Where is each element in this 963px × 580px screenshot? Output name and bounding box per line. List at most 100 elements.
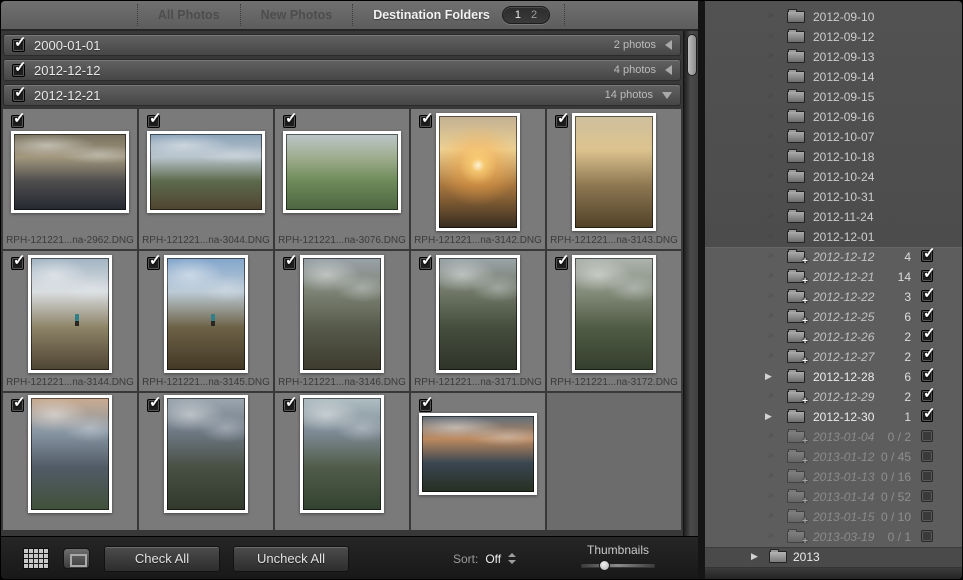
photo-thumbnail[interactable]	[436, 113, 520, 231]
scrollbar-thumb[interactable]	[687, 34, 697, 76]
photo-checkbox[interactable]: ✓	[11, 115, 24, 128]
collapse-arrow-icon[interactable]	[665, 65, 672, 75]
folder-checkbox[interactable]: ✓	[921, 310, 933, 322]
photo-checkbox[interactable]: ✓	[555, 257, 568, 270]
folder-row-2012-10-18[interactable]: » + 2012-10-18	[705, 147, 963, 167]
folder-row-2012-09-15[interactable]: » + 2012-09-15	[705, 87, 963, 107]
photo-checkbox[interactable]: ✓	[555, 115, 568, 128]
photo-cell[interactable]: ✓ RPH-121221...na-3146.DNG	[275, 251, 409, 391]
folder-checkbox[interactable]: ✓	[921, 270, 933, 282]
sort-value[interactable]: Off	[485, 552, 501, 566]
folder-checkbox[interactable]: ✓	[921, 330, 933, 342]
photo-checkbox[interactable]: ✓	[419, 115, 432, 128]
sort-arrows-icon[interactable]	[508, 553, 516, 564]
group-header-2012-12-12[interactable]: ✓ 2012-12-12 4 photos	[3, 59, 681, 81]
folder-checkbox[interactable]: ✓	[921, 410, 933, 422]
photo-thumbnail[interactable]	[11, 131, 129, 213]
photo-cell[interactable]: ✓ RPH-121221...na-2962.DNG	[3, 109, 137, 249]
photo-cell[interactable]: ✓ RPH-121221...na-3172.DNG	[547, 251, 681, 391]
folder-row-2012-12-30[interactable]: ▶ + 2012-12-30 1 ✓	[705, 407, 963, 427]
folder-checkbox[interactable]	[921, 490, 933, 502]
photo-thumbnail[interactable]	[419, 413, 537, 495]
uncheck-all-button[interactable]: Uncheck All	[233, 546, 349, 572]
folder-row-2012-09-14[interactable]: » + 2012-09-14	[705, 67, 963, 87]
folder-checkbox[interactable]: ✓	[921, 390, 933, 402]
photo-cell[interactable]: ✓ RPH-121221...na-3076.DNG	[275, 109, 409, 249]
folder-row-2012-11-24[interactable]: » + 2012-11-24	[705, 207, 963, 227]
thumbnail-size-slider[interactable]	[581, 564, 655, 567]
photo-cell[interactable]: ✓	[139, 393, 273, 530]
folder-row-2013[interactable]: ▶ + 2013	[705, 547, 963, 567]
folder-checkbox[interactable]	[921, 530, 933, 542]
check-all-button[interactable]: Check All	[104, 546, 220, 572]
photo-thumbnail[interactable]	[572, 113, 656, 231]
photo-thumbnail[interactable]	[283, 131, 401, 213]
folder-row-2013-01-13[interactable]: » + 2013-01-13 0 / 16	[705, 467, 963, 487]
tab-all-photos[interactable]: All Photos	[138, 8, 240, 22]
photo-thumbnail[interactable]	[147, 131, 265, 213]
folder-checkbox[interactable]: ✓	[921, 370, 933, 382]
folder-row-2012-09-16[interactable]: » + 2012-09-16	[705, 107, 963, 127]
photo-checkbox[interactable]: ✓	[11, 399, 24, 412]
photo-cell[interactable]: ✓	[3, 393, 137, 530]
photo-checkbox[interactable]: ✓	[283, 399, 296, 412]
slider-thumb[interactable]	[599, 560, 610, 571]
photo-checkbox[interactable]: ✓	[147, 257, 160, 270]
group-checkbox[interactable]: ✓	[12, 39, 25, 52]
folder-row-2013-01-14[interactable]: » + 2013-01-14 0 / 52	[705, 487, 963, 507]
sort-control[interactable]: Sort: Off	[453, 537, 516, 580]
photo-checkbox[interactable]: ✓	[283, 115, 296, 128]
photo-thumbnail[interactable]	[300, 395, 384, 513]
photo-checkbox[interactable]: ✓	[419, 257, 432, 270]
photo-checkbox[interactable]: ✓	[419, 399, 432, 412]
folder-row-2013-01-15[interactable]: » + 2013-01-15 0 / 10	[705, 507, 963, 527]
group-checkbox[interactable]: ✓	[12, 64, 25, 77]
grid-view-icon[interactable]	[23, 548, 49, 569]
group-checkbox[interactable]: ✓	[12, 89, 25, 102]
folder-checkbox[interactable]: ✓	[921, 350, 933, 362]
folder-row-2012-10-07[interactable]: » + 2012-10-07	[705, 127, 963, 147]
folder-checkbox[interactable]	[921, 450, 933, 462]
expand-triangle-icon[interactable]: ▶	[751, 551, 758, 562]
folder-row-2013-01-04[interactable]: » + 2013-01-04 0 / 2	[705, 427, 963, 447]
folder-checkbox[interactable]	[921, 470, 933, 482]
folder-row-2012-10-31[interactable]: » + 2012-10-31	[705, 187, 963, 207]
photo-cell[interactable]: ✓ RPH-121221...na-3143.DNG	[547, 109, 681, 249]
photo-cell[interactable]: ✓ RPH-121221...na-3144.DNG	[3, 251, 137, 391]
photo-thumbnail[interactable]	[436, 255, 520, 373]
tab-new-photos[interactable]: New Photos	[241, 8, 353, 22]
folder-row-2012-10-24[interactable]: » + 2012-10-24	[705, 167, 963, 187]
folder-row-2013-03-19[interactable]: » + 2013-03-19 0 / 1	[705, 527, 963, 547]
photo-cell[interactable]: ✓ RPH-121221...na-3145.DNG	[139, 251, 273, 391]
page-2-button[interactable]: 2	[531, 9, 537, 21]
collapse-arrow-icon[interactable]	[665, 40, 672, 50]
group-header-2012-12-21[interactable]: ✓ 2012-12-21 14 photos	[3, 84, 681, 106]
photo-thumbnail[interactable]	[28, 395, 112, 513]
folder-row-2012-09-10[interactable]: » + 2012-09-10	[705, 7, 963, 27]
expand-triangle-icon[interactable]: ▶	[765, 411, 772, 422]
photo-thumbnail[interactable]	[28, 255, 112, 373]
folder-checkbox[interactable]: ✓	[921, 290, 933, 302]
photo-checkbox[interactable]: ✓	[147, 399, 160, 412]
collapse-arrow-icon[interactable]	[662, 92, 672, 99]
photo-thumbnail[interactable]	[300, 255, 384, 373]
folder-checkbox[interactable]	[921, 430, 933, 442]
folder-row-2013-01-12[interactable]: » + 2013-01-12 0 / 45	[705, 447, 963, 467]
page-1-button[interactable]: 1	[515, 9, 521, 21]
photo-cell[interactable]: ✓ RPH-121221...na-3044.DNG	[139, 109, 273, 249]
photo-cell[interactable]: ✓	[411, 393, 545, 530]
loupe-view-icon[interactable]	[63, 548, 90, 569]
folder-row-2012-09-12[interactable]: » + 2012-09-12	[705, 27, 963, 47]
photo-thumbnail[interactable]	[164, 395, 248, 513]
tab-destination-folders[interactable]: Destination Folders	[353, 8, 500, 22]
photo-thumbnail[interactable]	[572, 255, 656, 373]
photo-checkbox[interactable]: ✓	[147, 115, 160, 128]
folder-checkbox[interactable]	[921, 510, 933, 522]
photo-checkbox[interactable]: ✓	[283, 257, 296, 270]
photo-cell[interactable]: ✓ RPH-121221...na-3171.DNG	[411, 251, 545, 391]
folder-checkbox[interactable]: ✓	[921, 250, 933, 262]
folder-row-2012-09-13[interactable]: » + 2012-09-13	[705, 47, 963, 67]
expand-triangle-icon[interactable]: ▶	[765, 371, 772, 382]
photo-thumbnail[interactable]	[164, 255, 248, 373]
group-header-2000-01-01[interactable]: ✓ 2000-01-01 2 photos	[3, 34, 681, 56]
